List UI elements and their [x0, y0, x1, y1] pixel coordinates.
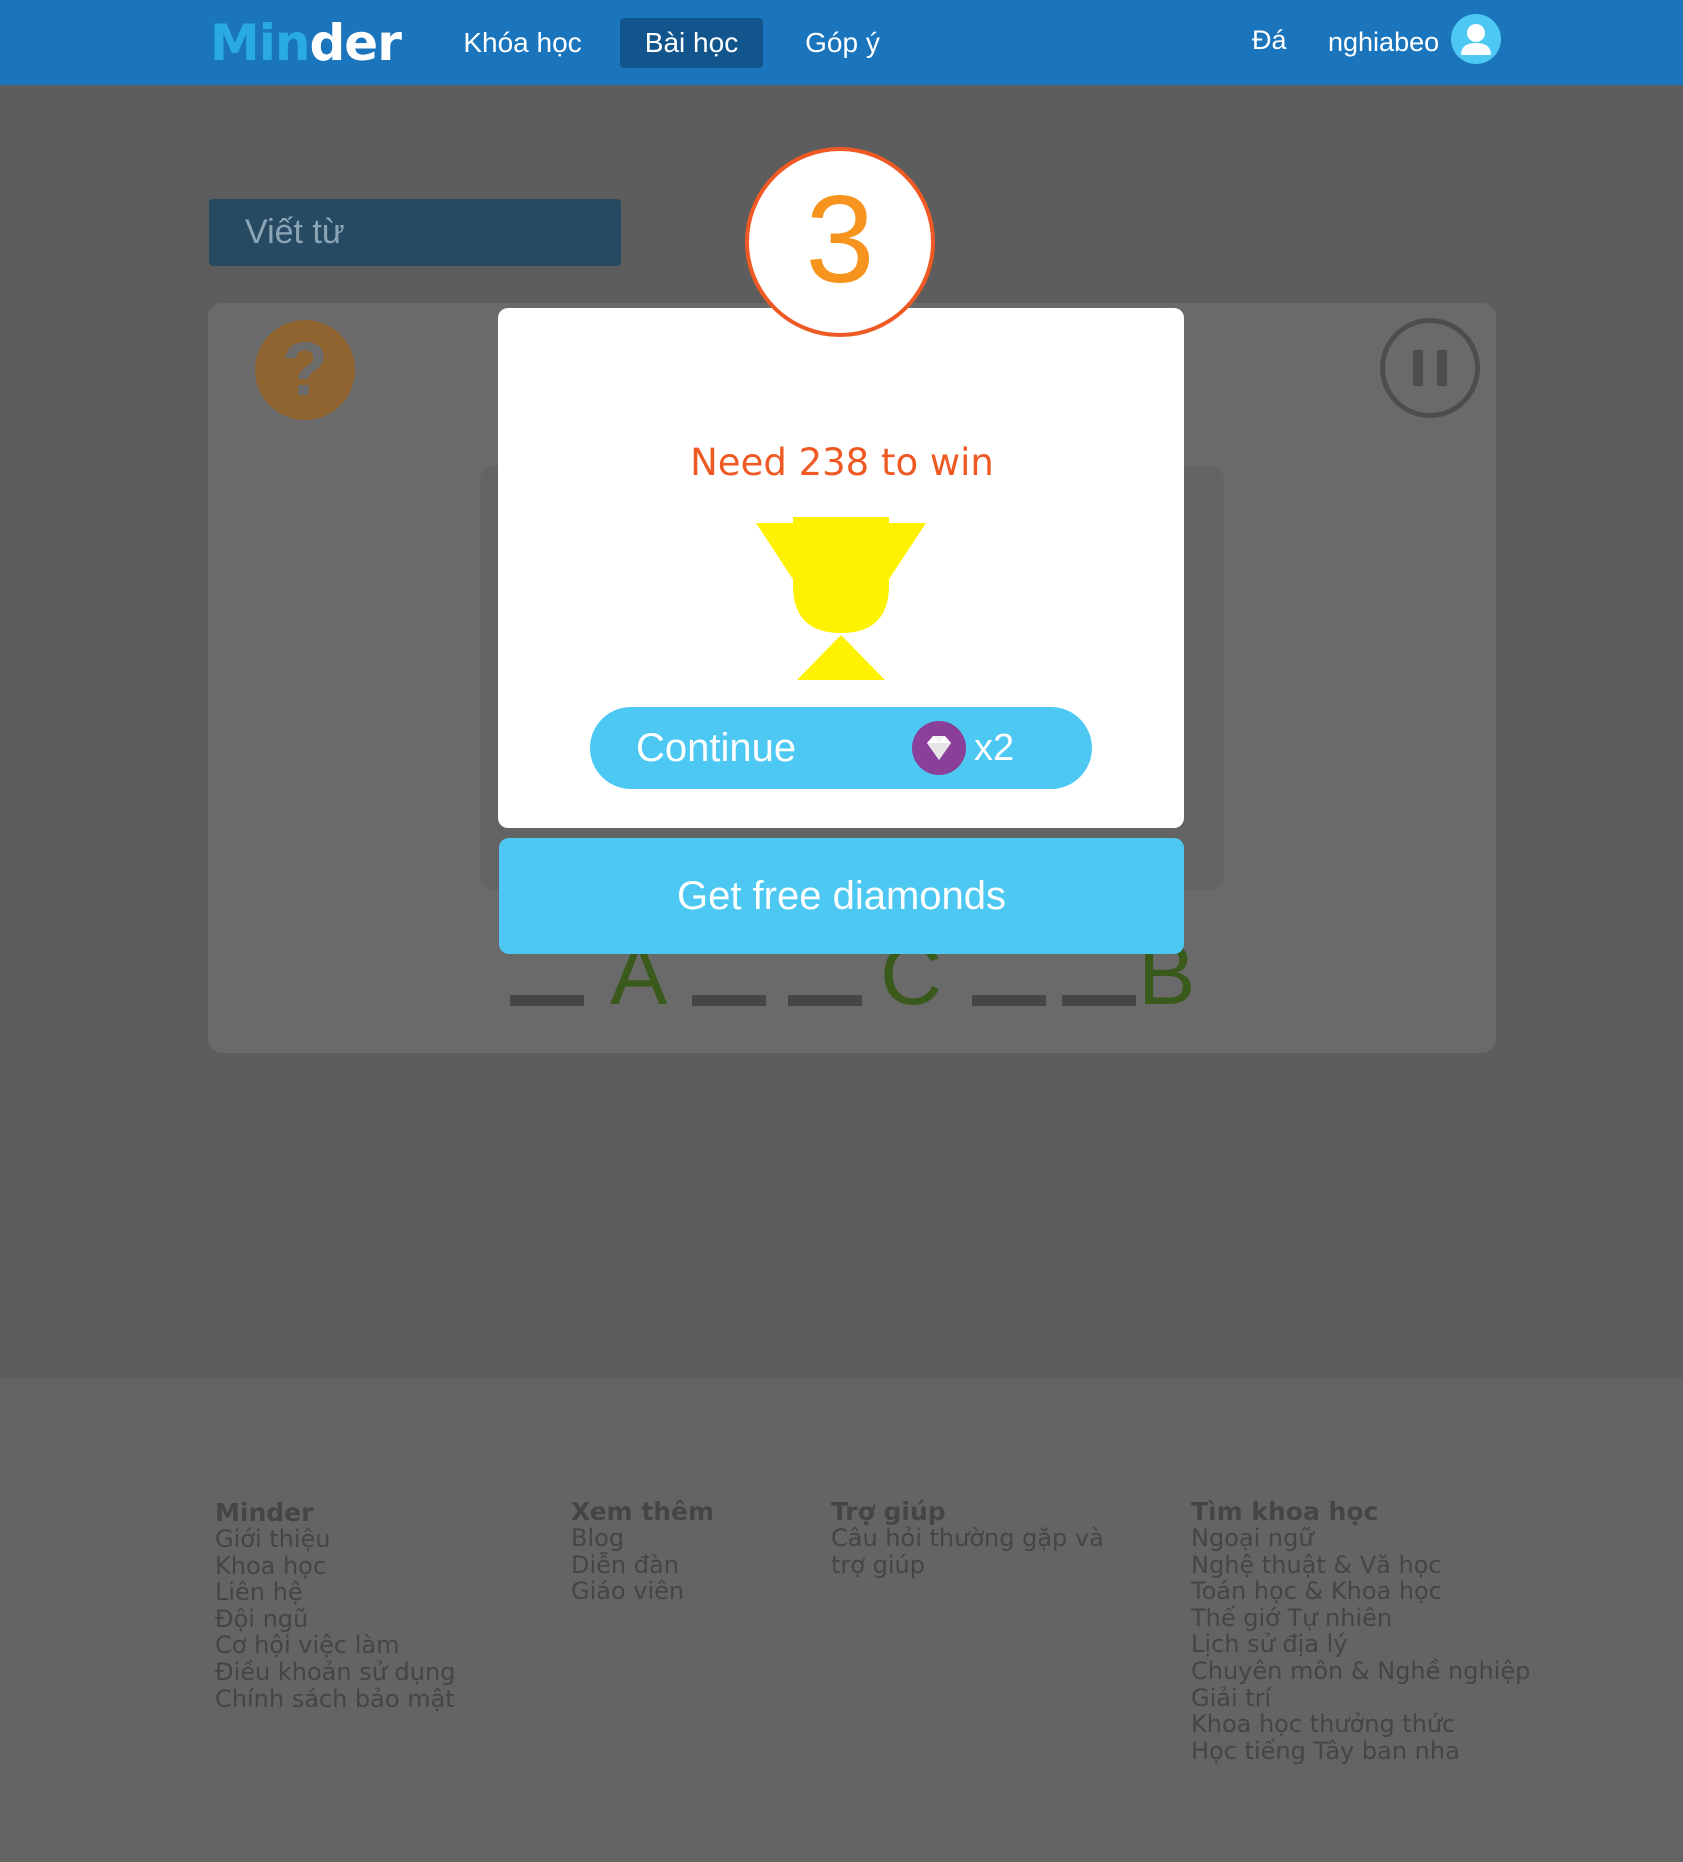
footer-link[interactable]: trợ giúp [831, 1551, 1104, 1579]
logo[interactable]: Minder [210, 8, 402, 78]
footer-link[interactable]: Khoa học thưởng thức [1191, 1711, 1530, 1738]
footer-heading: Xem thêm [571, 1497, 715, 1526]
footer-link[interactable]: Ngoại ngữ [1191, 1525, 1530, 1552]
footer-link[interactable]: Chuyên môn & Nghề nghiệp [1191, 1658, 1530, 1685]
username[interactable]: nghiabeo [1328, 20, 1439, 64]
get-free-diamonds-button[interactable]: Get free diamonds [499, 838, 1184, 954]
footer-link[interactable]: Điều khoản sử dụng [215, 1659, 455, 1686]
footer-link[interactable]: Giáo viên [571, 1578, 714, 1605]
footer-column-tro-giup: Trợ giúp Câu hỏi thường gặp và trợ giúp [831, 1498, 1104, 1578]
letter-blank [1062, 995, 1136, 1006]
footer-heading: Trợ giúp [831, 1497, 946, 1526]
logo-part-2: d [309, 14, 346, 72]
logo-part-3: er [344, 14, 402, 72]
footer-link[interactable]: Liên hệ [215, 1579, 455, 1606]
nav-bai-hoc[interactable]: Bài học [620, 18, 763, 68]
user-icon[interactable] [1451, 14, 1501, 64]
diamonds-link[interactable]: Đá [1252, 18, 1287, 62]
trophy-icon [756, 515, 926, 683]
footer: Minder Giới thiệu Khoa học Liên hệ Đội n… [0, 1378, 1683, 1862]
section-title: Viết từ [209, 199, 621, 266]
diamond-icon [912, 721, 966, 775]
logo-part-1: Min [210, 14, 310, 72]
nav-khoa-hoc[interactable]: Khóa học [455, 18, 590, 68]
footer-column-xem-them: Xem thêm Blog Diễn đàn Giáo viên [571, 1498, 714, 1605]
diamond-cost: x2 [974, 727, 1015, 769]
footer-link[interactable]: Giới thiệu [215, 1526, 455, 1553]
letter-blank [692, 995, 766, 1006]
footer-link[interactable]: Học tiếng Tây ban nha [1191, 1738, 1530, 1765]
footer-link[interactable]: Nghệ thuật & Vă học [1191, 1551, 1530, 1579]
footer-link[interactable]: Giải trí [1191, 1684, 1530, 1712]
nav-gop-y[interactable]: Góp ý [790, 18, 895, 68]
footer-link[interactable]: Thế giớ Tự nhiên [1191, 1605, 1530, 1632]
footer-column-tim-khoa-hoc: Tìm khoa học Ngoại ngữ Nghệ thuật & Vă h… [1191, 1498, 1530, 1764]
countdown-badge: 3 [745, 147, 935, 337]
footer-column-minder: Minder Giới thiệu Khoa học Liên hệ Đội n… [215, 1499, 455, 1712]
continue-button[interactable]: Continue x2 [590, 707, 1092, 789]
top-navbar: Minder Khóa học Bài học Góp ý Đá nghiabe… [0, 0, 1683, 85]
footer-link[interactable]: Cơ hội việc làm [215, 1632, 455, 1659]
footer-link[interactable]: Khoa học [215, 1552, 455, 1580]
footer-heading: Minder [215, 1498, 314, 1527]
pause-icon[interactable] [1380, 318, 1480, 418]
footer-link[interactable]: Blog [571, 1525, 714, 1552]
letter-blank [972, 995, 1046, 1006]
footer-link[interactable]: Lịch sử địa lý [1191, 1631, 1530, 1658]
footer-link[interactable]: Câu hỏi thường gặp và [831, 1525, 1104, 1552]
question-mark-icon[interactable]: ? [255, 320, 355, 420]
goal-text: Need 238 to win [690, 441, 994, 484]
footer-heading: Tìm khoa học [1191, 1497, 1379, 1526]
footer-link[interactable]: Đội ngũ [215, 1606, 455, 1633]
footer-link[interactable]: Diễn đàn [571, 1551, 714, 1579]
letter-blank [788, 995, 862, 1006]
letter-blank [510, 995, 584, 1006]
footer-link[interactable]: Chính sách bảo mật [215, 1685, 455, 1713]
footer-link[interactable]: Toán học & Khoa học [1191, 1578, 1530, 1605]
continue-label: Continue [636, 726, 797, 770]
